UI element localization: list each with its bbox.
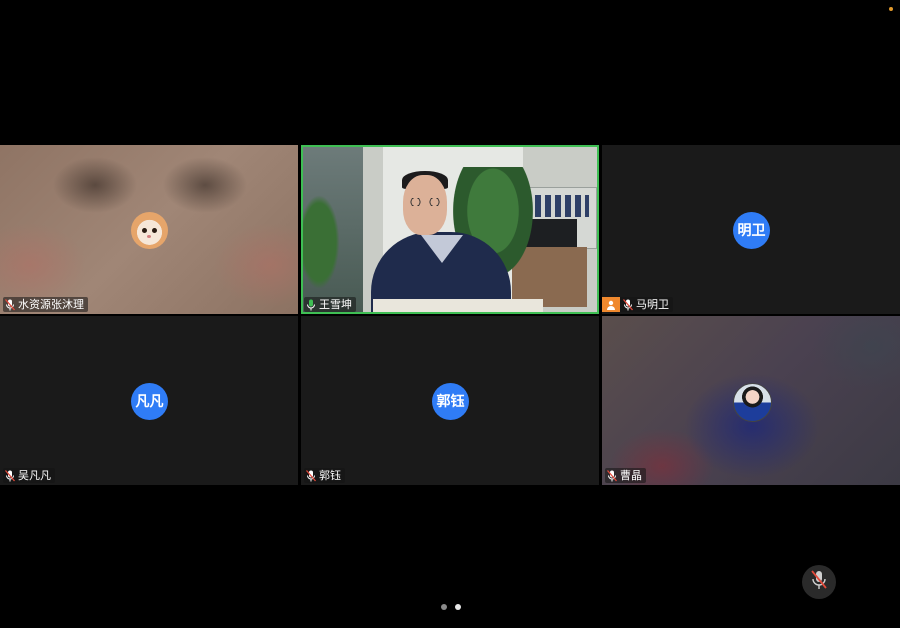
mic-muted-icon (623, 298, 633, 311)
participant-name: 郭钰 (319, 469, 341, 482)
mute-toggle-button[interactable] (802, 565, 836, 599)
initials-avatar: 郭钰 (432, 382, 469, 420)
participant-name: 吴凡凡 (18, 469, 51, 482)
cat-avatar (131, 211, 168, 249)
participant-name: 王雪坤 (319, 298, 352, 311)
mic-muted-icon (306, 469, 316, 482)
mic-muted-icon (5, 469, 15, 482)
participant-name-label: 吴凡凡 (3, 468, 55, 483)
recording-status-dot (889, 7, 893, 11)
video-tile-6[interactable]: 曹晶 (602, 316, 900, 485)
initials-avatar: 凡凡 (131, 382, 168, 420)
video-tile-5[interactable]: 郭钰 郭钰 (301, 316, 599, 485)
participant-name: 马明卫 (636, 298, 669, 311)
girl-avatar (733, 382, 772, 422)
page-dot-2[interactable] (455, 604, 461, 610)
mic-muted-icon (5, 298, 15, 311)
participant-name-label: 马明卫 (602, 297, 673, 312)
participant-name: 曹晶 (620, 469, 642, 482)
participant-name-label: 郭钰 (304, 468, 345, 483)
page-indicator (441, 604, 461, 610)
page-dot-1[interactable] (441, 604, 447, 610)
participant-name-label: 曹晶 (605, 468, 646, 483)
initials-avatar: 明卫 (733, 211, 770, 249)
participant-name: 水资源张沐理 (18, 298, 84, 311)
video-tile-3[interactable]: 明卫 马明卫 (602, 145, 900, 314)
mic-muted-icon (811, 570, 827, 594)
mic-active-icon (306, 299, 316, 311)
video-tile-2[interactable]: 王雪坤 (301, 145, 599, 314)
video-tile-4[interactable]: 凡凡 吴凡凡 (0, 316, 298, 485)
mic-muted-icon (607, 469, 617, 482)
participant-video (303, 147, 597, 312)
person-icon (602, 297, 620, 312)
video-tile-1[interactable]: 水资源张沐理 (0, 145, 298, 314)
participant-name-label: 水资源张沐理 (3, 297, 88, 312)
participant-name-label: 王雪坤 (304, 297, 356, 312)
